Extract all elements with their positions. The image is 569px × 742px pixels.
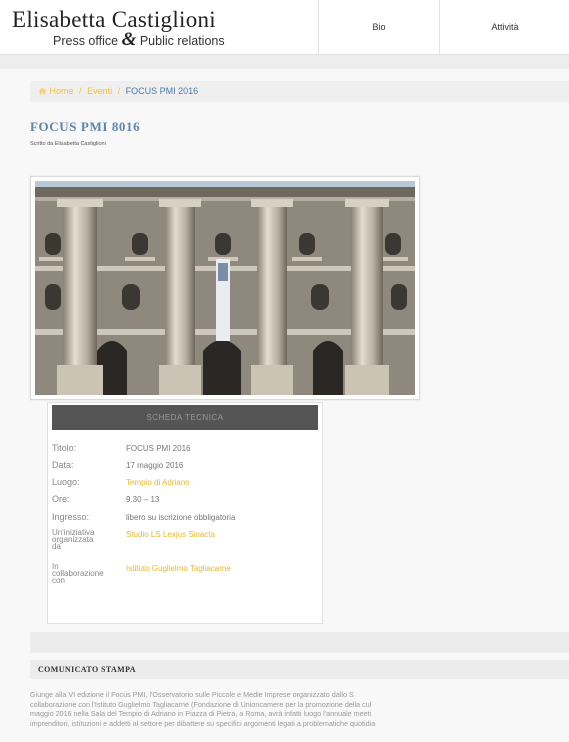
comunicato-body: Giunge alla VI edizione il Focus PMI, l'… [30, 690, 569, 728]
scheda-label-luogo: Luogo: [52, 477, 80, 487]
breadcrumb-current: FOCUS PMI 2016 [125, 86, 199, 96]
comunicato-line: maggio 2016 nella Sala del Tempio di Adr… [30, 709, 372, 719]
breadcrumb-home-link[interactable]: Home [50, 86, 74, 96]
home-icon[interactable] [38, 81, 47, 102]
scheda-label-data: Data: [52, 460, 74, 470]
nav-item-bio[interactable]: Bio [318, 0, 439, 54]
scheda-value-titolo: FOCUS PMI 2016 [126, 444, 191, 453]
scheda-label-ingresso: Ingresso: [52, 512, 90, 522]
scheda-value-data: 17 maggio 2016 [126, 461, 184, 470]
scheda-value-ingresso: libero su iscrizione obbligatoria [126, 513, 236, 522]
tagline-right: Public relations [139, 34, 225, 48]
scheda-value-organizzata-link[interactable]: Studio LS Lexjus Sinacta [126, 530, 215, 539]
building-facade-image [35, 181, 415, 395]
nav-item-attivita[interactable]: Attività [439, 0, 569, 54]
scheda-tecnica-panel: SCHEDA TECNICA Titolo: FOCUS PMI 2016 Da… [47, 402, 323, 624]
scheda-label-collaborazione: In collaborazione con [52, 562, 104, 585]
comunicato-line: collaborazione con l'Istituto Guglielmo … [30, 699, 372, 709]
scheda-value-luogo-link[interactable]: Tempio di Adriano [126, 478, 190, 487]
post-byline: Scritto da Elisabetta Castiglioni [30, 141, 106, 147]
header-divider-band [0, 55, 569, 69]
site-logo-tagline: Press office & Public relations [53, 29, 225, 51]
site-header: Elisabetta Castiglioni Press office & Pu… [0, 0, 569, 55]
tagline-left: Press office [53, 34, 119, 48]
comunicato-line: Giunge alla VI edizione il Focus PMI, l'… [30, 690, 354, 699]
ampersand-glyph: & [121, 29, 137, 50]
section-divider-band [30, 632, 569, 653]
event-photo[interactable] [30, 176, 420, 400]
scheda-label-titolo: Titolo: [52, 443, 77, 453]
breadcrumb-separator: / [79, 86, 82, 96]
scheda-tecnica-header: SCHEDA TECNICA [52, 405, 318, 430]
comunicato-line: imprenditori, istituzioni e addetti al s… [30, 718, 376, 728]
breadcrumb: Home / Eventi / FOCUS PMI 2016 [30, 81, 569, 102]
breadcrumb-separator: / [117, 86, 121, 96]
page-title: FOCUS PMI 8016 [30, 119, 141, 134]
scheda-value-ore: 9.30 – 13 [126, 495, 160, 504]
scheda-value-collaborazione-link[interactable]: Istituto Guglielmo Tagliacarne [126, 564, 231, 573]
comunicato-title: COMUNICATO STAMPA [38, 665, 136, 674]
scheda-label-ore: Ore: [52, 494, 70, 504]
scheda-label-organizzata: Un'iniziativa organizzata da [52, 528, 95, 551]
breadcrumb-eventi-link[interactable]: Eventi [87, 86, 112, 96]
